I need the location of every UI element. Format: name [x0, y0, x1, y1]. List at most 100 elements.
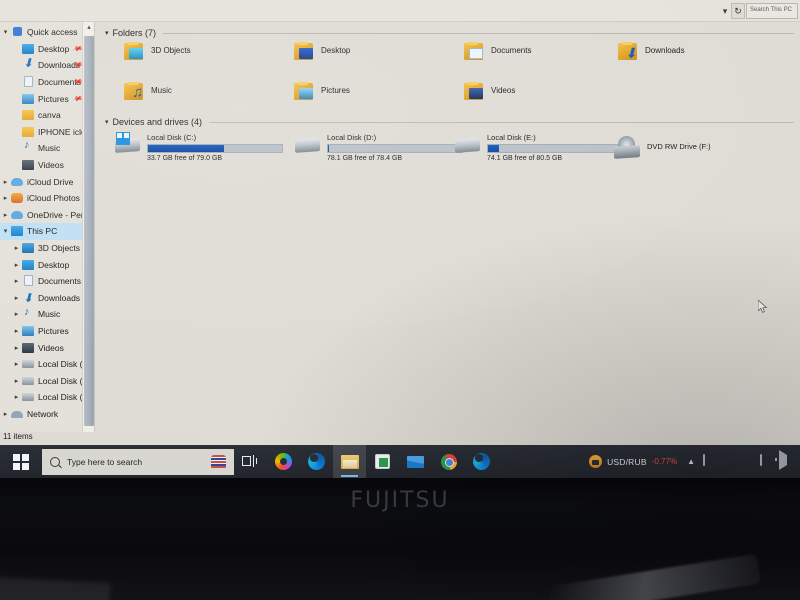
- sidebar-item-desktop[interactable]: Desktop 📌: [0, 41, 94, 58]
- sidebar-item-onedrive[interactable]: ▸ OneDrive - Persor: [0, 207, 94, 224]
- folder-tile-downloads[interactable]: ⬇ Downloads: [617, 41, 685, 63]
- folder-videos-icon: [463, 81, 487, 103]
- chevron-right-icon[interactable]: ▸: [0, 178, 11, 186]
- sidebar-item-this-pc[interactable]: ▾ This PC: [0, 223, 94, 240]
- network-icon[interactable]: [722, 455, 736, 468]
- sidebar-item-downloads-pc[interactable]: ▸ ⬇ Downloads: [0, 290, 94, 307]
- divider: [163, 32, 794, 34]
- sidebar-item-label: 3D Objects: [38, 243, 81, 254]
- sidebar-item-local-disk-c[interactable]: ▸ Local Disk (C:): [0, 356, 94, 373]
- chevron-right-icon[interactable]: ▸: [11, 277, 22, 285]
- folders-grid: 3D Objects Desktop Documents ⬇ Downloads…: [105, 41, 794, 113]
- start-button[interactable]: [0, 445, 42, 478]
- sidebar-item-iphone-icloud[interactable]: IPHONE icloud: [0, 124, 94, 141]
- sidebar-item-label: Documents: [38, 276, 81, 287]
- network-icon: [11, 408, 24, 420]
- drive-icon: [22, 375, 35, 387]
- drive-tile-dvd-rw-f[interactable]: DVD RW Drive (F:): [613, 136, 711, 160]
- folder-music-icon: ♫: [123, 81, 147, 103]
- refresh-icon[interactable]: ↻: [731, 3, 745, 19]
- office-button[interactable]: [267, 445, 300, 478]
- folder-icon: [22, 109, 35, 121]
- system-tray[interactable]: USD/RUB -0.77% ▲: [589, 445, 800, 478]
- sidebar-item-quick-access[interactable]: ▾ Quick access: [0, 24, 94, 41]
- sidebar-item-icloud-drive[interactable]: ▸ iCloud Drive: [0, 173, 94, 190]
- drive-tile-local-disk-e[interactable]: Local Disk (E:) 74.1 GB free of 80.5 GB: [453, 132, 623, 162]
- sidebar-item-canva[interactable]: canva: [0, 107, 94, 124]
- drive-icon: [453, 132, 483, 154]
- chevron-right-icon[interactable]: ▸: [11, 294, 22, 302]
- sidebar-item-icloud-photos[interactable]: ▸ iCloud Photos: [0, 190, 94, 207]
- folders-group-header[interactable]: ▾ Folders (7): [105, 28, 794, 38]
- chevron-down-icon[interactable]: ▾: [105, 118, 109, 126]
- chevron-right-icon[interactable]: ▸: [0, 211, 11, 219]
- status-bar: 11 items: [0, 432, 200, 445]
- drive-free-space: 78.1 GB free of 78.4 GB: [327, 155, 403, 162]
- music-icon: ♪: [24, 139, 30, 152]
- tile-label: Videos: [491, 86, 516, 95]
- cloud-icon[interactable]: [741, 455, 755, 468]
- drives-group-header[interactable]: ▾ Devices and drives (4): [105, 117, 794, 127]
- volume-icon[interactable]: [779, 450, 793, 470]
- taskbar-search-input[interactable]: Type here to search: [42, 448, 202, 475]
- drive-icon: [22, 358, 35, 370]
- sidebar-item-downloads[interactable]: ⬇ Downloads 📌: [0, 57, 94, 74]
- battery-icon[interactable]: [760, 454, 774, 468]
- chevron-down-icon[interactable]: ▾: [718, 4, 732, 19]
- chevron-right-icon[interactable]: ▸: [0, 194, 11, 202]
- sidebar-item-music[interactable]: ♪ Music: [0, 140, 94, 157]
- folder-tile-3d-objects[interactable]: 3D Objects: [123, 41, 191, 63]
- search-input[interactable]: Search This PC: [746, 3, 798, 19]
- drive-tile-local-disk-d[interactable]: Local Disk (D:) 78.1 GB free of 78.4 GB: [293, 132, 463, 162]
- chevron-right-icon[interactable]: ▸: [11, 261, 22, 269]
- chevron-right-icon[interactable]: ▸: [0, 410, 11, 418]
- edge-button[interactable]: [300, 445, 333, 478]
- mail-button[interactable]: [399, 445, 432, 478]
- folder-tile-music[interactable]: ♫ Music: [123, 81, 172, 103]
- onedrive-sync-icon[interactable]: [703, 454, 717, 468]
- chevron-right-icon[interactable]: ▸: [11, 310, 22, 318]
- chevron-up-icon[interactable]: ▲: [687, 457, 695, 466]
- chevron-down-icon[interactable]: ▾: [105, 29, 109, 37]
- chevron-up-icon[interactable]: ▴: [83, 22, 94, 34]
- file-explorer-button[interactable]: [333, 445, 366, 478]
- folder-tile-documents[interactable]: Documents: [463, 41, 531, 63]
- sidebar-item-network[interactable]: ▸ Network: [0, 406, 94, 423]
- sidebar-scrollbar[interactable]: ▴ ▾: [82, 22, 94, 445]
- tile-label: Music: [151, 86, 172, 95]
- taskbar[interactable]: Type here to search USD/RUB -0.77% ▲: [0, 445, 800, 478]
- sidebar-item-music-pc[interactable]: ▸ ♪ Music: [0, 306, 94, 323]
- sidebar-item-documents-pc[interactable]: ▸ Documents: [0, 273, 94, 290]
- scrollbar-thumb[interactable]: [84, 36, 94, 426]
- microsoft-store-button[interactable]: [366, 445, 399, 478]
- chevron-right-icon[interactable]: ▸: [11, 327, 22, 335]
- folder-tile-desktop[interactable]: Desktop: [293, 41, 350, 63]
- chrome-button[interactable]: [432, 445, 465, 478]
- drive-tile-local-disk-c[interactable]: Local Disk (C:) 33.7 GB free of 79.0 GB: [113, 132, 283, 162]
- sidebar-item-videos[interactable]: Videos: [0, 157, 94, 174]
- chevron-down-icon[interactable]: ▾: [0, 227, 11, 235]
- chevron-down-icon[interactable]: ▾: [0, 28, 11, 36]
- chevron-right-icon[interactable]: ▸: [11, 344, 22, 352]
- content-pane[interactable]: ▾ Folders (7) 3D Objects Desktop Documen…: [95, 22, 800, 445]
- edge-secondary-button[interactable]: [465, 445, 498, 478]
- 3d-objects-icon: [22, 242, 35, 254]
- sidebar-item-videos-pc[interactable]: ▸ Videos: [0, 339, 94, 356]
- task-view-button[interactable]: [234, 445, 267, 478]
- folder-tile-pictures[interactable]: Pictures: [293, 81, 350, 103]
- navigation-pane[interactable]: ▾ Quick access Desktop 📌 ⬇ Downloads 📌 D…: [0, 22, 95, 445]
- chevron-right-icon[interactable]: ▸: [11, 244, 22, 252]
- sidebar-item-local-disk-e[interactable]: ▸ Local Disk (E:): [0, 389, 94, 406]
- cortana-button[interactable]: [202, 448, 234, 475]
- sidebar-item-pictures-pc[interactable]: ▸ Pictures: [0, 323, 94, 340]
- sidebar-item-pictures[interactable]: Pictures 📌: [0, 90, 94, 107]
- chevron-right-icon[interactable]: ▸: [11, 360, 22, 368]
- folder-tile-videos[interactable]: Videos: [463, 81, 515, 103]
- sidebar-item-desktop-pc[interactable]: ▸ Desktop: [0, 256, 94, 273]
- search-placeholder: Type here to search: [67, 456, 143, 467]
- sidebar-item-3d-objects[interactable]: ▸ 3D Objects: [0, 240, 94, 257]
- sidebar-item-local-disk-d[interactable]: ▸ Local Disk (D:): [0, 372, 94, 389]
- chevron-right-icon[interactable]: ▸: [11, 393, 22, 401]
- chevron-right-icon[interactable]: ▸: [11, 377, 22, 385]
- sidebar-item-documents[interactable]: Documents 📌: [0, 74, 94, 91]
